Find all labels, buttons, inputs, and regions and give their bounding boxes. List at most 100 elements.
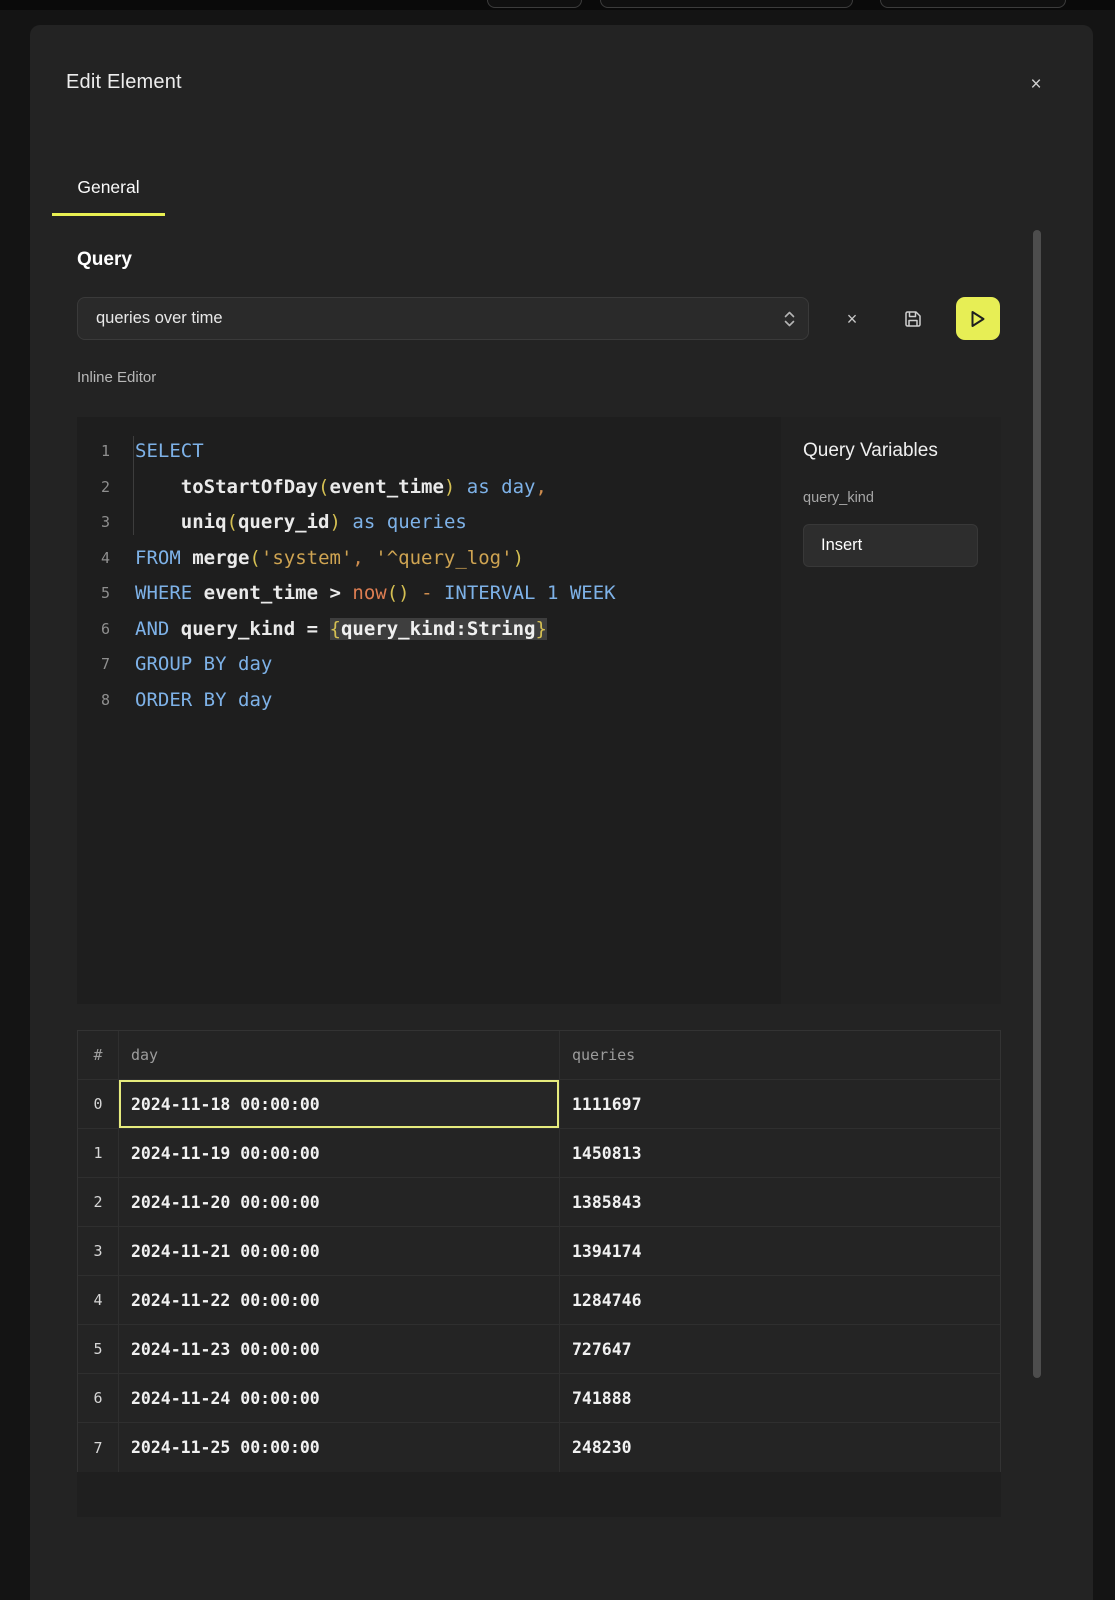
run-query-button[interactable]: [956, 297, 1000, 340]
clear-query-button[interactable]: ×: [839, 306, 865, 332]
table-header-row: #dayqueries: [78, 1031, 1000, 1080]
floppy-disk-icon: [903, 309, 923, 329]
day-cell[interactable]: 2024-11-19 00:00:00: [119, 1129, 560, 1177]
code-token: query_id: [238, 511, 330, 533]
code-token: [227, 689, 238, 711]
code-token: BY: [204, 689, 227, 711]
code-token: [227, 653, 238, 675]
code-token: queries: [387, 511, 467, 533]
row-index-cell: 5: [78, 1325, 119, 1373]
code-token: WEEK: [570, 582, 616, 604]
code-text: uniq(query_id) as queries: [135, 505, 467, 541]
table-row: 22024-11-20 00:00:001385843: [78, 1178, 1000, 1227]
queries-cell[interactable]: 741888: [560, 1374, 1000, 1422]
code-token: {: [330, 618, 341, 640]
inline-editor: 1 SELECT2 toStartOfDay(event_time) as day…: [77, 417, 1001, 1004]
line-number: 6: [77, 612, 110, 648]
query-select[interactable]: queries over time: [77, 297, 809, 340]
line-number: 5: [77, 576, 110, 612]
code-token: [341, 582, 352, 604]
code-line: 7GROUP BY day: [77, 647, 781, 683]
save-query-button[interactable]: [899, 305, 927, 333]
code-line: 4 FROM merge('system', '^query_log'): [77, 541, 781, 577]
queries-cell[interactable]: 1394174: [560, 1227, 1000, 1275]
code-token: AND: [135, 618, 169, 640]
code-token: [169, 618, 180, 640]
row-index-cell: 1: [78, 1129, 119, 1177]
code-token: event_time: [204, 582, 318, 604]
code-token: BY: [204, 653, 227, 675]
day-cell[interactable]: 2024-11-20 00:00:00: [119, 1178, 560, 1226]
code-token: [295, 618, 306, 640]
chevron-up-down-icon: [783, 309, 796, 329]
queries-cell[interactable]: 1111697: [560, 1080, 1000, 1128]
code-token: ,: [535, 476, 546, 498]
queries-cell[interactable]: 1450813: [560, 1129, 1000, 1177]
code-token: uniq: [181, 511, 227, 533]
code-text: SELECT: [135, 434, 204, 470]
code-token: query_kind: [181, 618, 295, 640]
code-token: [410, 582, 421, 604]
code-token: [318, 618, 329, 640]
row-index-cell: 7: [78, 1423, 119, 1472]
queries-cell[interactable]: 727647: [560, 1325, 1000, 1373]
table-row: 62024-11-24 00:00:00741888: [78, 1374, 1000, 1423]
code-lines: 1 SELECT2 toStartOfDay(event_time) as day…: [77, 434, 781, 718]
code-token: GROUP: [135, 653, 192, 675]
selected-day-cell[interactable]: 2024-11-18 00:00:00: [119, 1080, 560, 1128]
line-number: 2: [77, 470, 110, 506]
code-line: 5WHERE event_time > now() - INTERVAL 1 W…: [77, 576, 781, 612]
clear-icon: ×: [847, 309, 858, 329]
query-variables-panel: Query Variables query_kind Insert: [781, 417, 1001, 1004]
code-token: day: [238, 689, 272, 711]
insert-variable-button[interactable]: Insert: [803, 524, 978, 567]
code-token: merge: [192, 547, 249, 569]
row-index-cell: 3: [78, 1227, 119, 1275]
code-token: [192, 689, 203, 711]
code-token: now: [352, 582, 386, 604]
line-number: 7: [77, 647, 110, 683]
background-button: [600, 0, 853, 8]
code-token: WHERE: [135, 582, 192, 604]
sql-code-editor[interactable]: 1 SELECT2 toStartOfDay(event_time) as day…: [77, 417, 781, 1004]
code-token: >: [330, 582, 341, 604]
day-cell[interactable]: 2024-11-22 00:00:00: [119, 1276, 560, 1324]
code-token: [364, 547, 375, 569]
code-token: [536, 582, 547, 604]
code-line: 2 toStartOfDay(event_time) as day,: [77, 470, 781, 506]
row-index-cell: 0: [78, 1080, 119, 1128]
header-day: day: [119, 1031, 560, 1079]
row-index-cell: 4: [78, 1276, 119, 1324]
code-token: -: [421, 582, 432, 604]
code-token: ): [330, 511, 341, 533]
background-button: [880, 0, 1066, 8]
row-index-cell: 2: [78, 1178, 119, 1226]
code-token: =: [307, 618, 318, 640]
header-queries: queries: [560, 1031, 1000, 1079]
code-text: FROM merge('system', '^query_log'): [135, 541, 524, 577]
code-token: 1: [547, 582, 558, 604]
queries-cell[interactable]: 1284746: [560, 1276, 1000, 1324]
code-token: FROM: [135, 547, 181, 569]
day-cell[interactable]: 2024-11-24 00:00:00: [119, 1374, 560, 1422]
queries-cell[interactable]: 1385843: [560, 1178, 1000, 1226]
line-number: 4: [77, 541, 110, 577]
tab-general[interactable]: General: [52, 177, 165, 216]
code-token: }: [535, 618, 546, 640]
code-text: ORDER BY day: [135, 683, 272, 719]
modal-scrollbar[interactable]: [1033, 230, 1041, 1378]
day-cell[interactable]: 2024-11-23 00:00:00: [119, 1325, 560, 1373]
code-token: query_kind:String: [341, 618, 535, 640]
code-token: (: [249, 547, 260, 569]
queries-cell[interactable]: 248230: [560, 1423, 1000, 1472]
background-topbar: [0, 0, 1115, 10]
day-cell[interactable]: 2024-11-25 00:00:00: [119, 1423, 560, 1472]
table-row: 12024-11-19 00:00:001450813: [78, 1129, 1000, 1178]
day-cell[interactable]: 2024-11-21 00:00:00: [119, 1227, 560, 1275]
code-token: 'system': [261, 547, 353, 569]
code-token: [181, 547, 192, 569]
close-button[interactable]: ×: [1022, 71, 1050, 97]
line-number: 1: [77, 434, 110, 470]
modal-title: Edit Element: [66, 71, 182, 94]
query-select-value: queries over time: [96, 309, 783, 328]
